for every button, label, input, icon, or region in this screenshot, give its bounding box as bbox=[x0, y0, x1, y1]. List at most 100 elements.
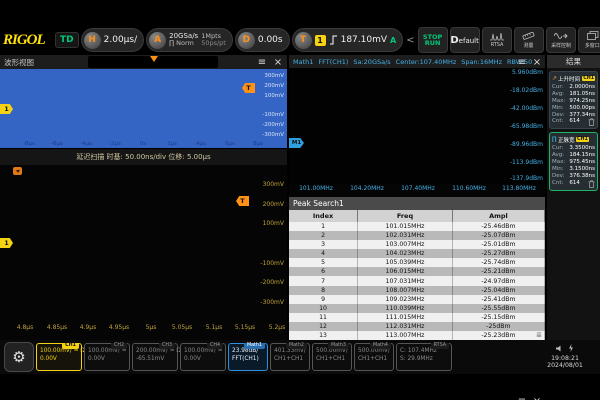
rigol-logo: RIGOL bbox=[3, 32, 53, 49]
date-display: 2024/08/01 bbox=[534, 362, 596, 370]
ch4-tab: CH4 bbox=[207, 343, 223, 349]
stat-label: Cnt: bbox=[552, 118, 563, 126]
wv-xtick: -6μs bbox=[45, 141, 69, 147]
wave-view-plot[interactable]: 300mV 200mV 100mV -100mV -200mV -300mV -… bbox=[0, 69, 287, 148]
math1-box[interactable]: Math1 23.98dB/ FFT(CH1) bbox=[228, 343, 268, 371]
wv-xtick: 0s bbox=[131, 141, 155, 147]
td-badge[interactable]: TD bbox=[55, 32, 79, 48]
rtsa-tab: RTSA bbox=[431, 343, 449, 349]
table-row[interactable]: 4104.023MHz-25.27dBm bbox=[289, 249, 545, 258]
fft-xtick: 107.40MHz bbox=[398, 185, 438, 192]
table-row[interactable]: 10110.039MHz-25.55dBm bbox=[289, 304, 545, 313]
table-row[interactable]: 1101.015MHz-25.46dBm bbox=[289, 222, 545, 231]
speaker-icon[interactable] bbox=[556, 345, 564, 352]
preview-position-marker[interactable] bbox=[150, 56, 158, 62]
collapse-left-icon[interactable]: < bbox=[405, 35, 415, 46]
table-row[interactable]: 12112.031MHz-25dBm bbox=[289, 322, 545, 331]
fft-xtick: 101.00MHz bbox=[296, 185, 336, 192]
table-row[interactable]: 7107.031MHz-24.97dBm bbox=[289, 276, 545, 285]
wv-xtick: 4μs bbox=[189, 141, 213, 147]
table-row[interactable]: 11111.015MHz-25.15dBm bbox=[289, 313, 545, 322]
d-knob[interactable]: D bbox=[238, 32, 255, 49]
fft-ytick: -65.98dBm bbox=[499, 123, 543, 130]
delay-value: 0.00s bbox=[258, 35, 283, 45]
settings-button[interactable]: ⚙ bbox=[4, 342, 34, 372]
math2-tab: Math2 bbox=[286, 343, 307, 349]
fft-plot[interactable]: 5.960dBm -18.02dBm -42.00dBm -65.98dBm -… bbox=[289, 68, 545, 184]
a-knob[interactable]: A bbox=[149, 32, 166, 49]
h-knob[interactable]: H bbox=[84, 32, 101, 49]
table-options-icon[interactable]: ≣ bbox=[536, 331, 542, 339]
delayed-sweep-info: 延迟扫描 时基: 50.00ns/div 位移: 5.00μs bbox=[76, 152, 210, 162]
table-row[interactable]: 5105.039MHz-25.74dBm bbox=[289, 258, 545, 267]
rtsa-button[interactable]: RTSA bbox=[482, 27, 512, 53]
zm-xtick: 5.2μs bbox=[262, 324, 287, 331]
math4-box[interactable]: Math4 500.00mV/ CH1+CH1 bbox=[354, 343, 394, 371]
wave-view-header[interactable]: 波形视图 ≡ × bbox=[0, 55, 287, 69]
table-row[interactable]: 3103.007MHz-25.01dBm bbox=[289, 240, 545, 249]
stat-label: Max: bbox=[552, 159, 565, 166]
multi-window-button[interactable]: 多窗口 bbox=[578, 27, 600, 53]
wv-xtick: 2μs bbox=[160, 141, 184, 147]
measurement-card-positive-width[interactable]: ∏ 正脉宽 CH1 Cur:3.3500ns Avg:184.15ns Max:… bbox=[549, 132, 598, 190]
ch2-box[interactable]: CH2 100.00mV/ = 0.00V bbox=[84, 343, 130, 371]
math2-box[interactable]: Math2 401.33mV/ CH1+CH1 bbox=[270, 343, 310, 371]
delete-measure-icon[interactable] bbox=[588, 180, 595, 188]
peak-search-title: Peak Search1 bbox=[293, 199, 344, 208]
delay-control[interactable]: D 0.00s bbox=[235, 28, 290, 52]
fft-header[interactable]: Math1 FFT(CH1) Sa:20GSa/s Center:107.40M… bbox=[289, 55, 545, 68]
top-toolbar: RIGOL TD H 2.00μs/ A 20GSa/s ∏ Norm 1Mpt… bbox=[0, 25, 600, 55]
wv-ytick: -100mV bbox=[254, 112, 284, 118]
trigger-source-chip: 1 bbox=[315, 35, 326, 46]
zm-xtick: 4.8μs bbox=[10, 324, 40, 331]
zoom-view-panel[interactable]: 300mV 200mV 100mV -100mV -200mV -300mV 4… bbox=[0, 165, 287, 340]
peak-search-close-icon[interactable]: × bbox=[530, 394, 544, 400]
power-icon bbox=[568, 344, 574, 352]
fft-ytick: 5.960dBm bbox=[499, 69, 543, 76]
run-stop-button[interactable]: STOP RUN bbox=[418, 27, 448, 53]
rtsa-box[interactable]: RTSA C: 107.4MHz S: 29.9MHz bbox=[396, 343, 452, 371]
zm-xtick: 5μs bbox=[136, 324, 166, 331]
wave-view-close-icon[interactable]: × bbox=[271, 55, 285, 69]
delete-measure-icon[interactable] bbox=[588, 118, 595, 126]
table-row[interactable]: 13113.007MHz-25.23dBm≣ bbox=[289, 331, 545, 340]
measure-source-chip: CH1 bbox=[576, 137, 589, 142]
table-row[interactable]: 9109.023MHz-25.41dBm bbox=[289, 295, 545, 304]
measure-button[interactable]: 测量 bbox=[514, 27, 544, 53]
ch4-box[interactable]: CH4 100.00mV/ = 0.00V bbox=[180, 343, 226, 371]
table-row[interactable]: 8108.007MHz-25.04dBm bbox=[289, 286, 545, 295]
stat-value: 376.38ns bbox=[569, 173, 595, 180]
fft-close-icon[interactable]: × bbox=[530, 55, 544, 69]
fft-menu-icon[interactable]: ≡ bbox=[515, 55, 529, 69]
sample-control-button[interactable]: 采样控制 bbox=[546, 27, 576, 53]
time-display: 19:08:21 bbox=[534, 355, 596, 363]
fft-center: Center:107.40MHz bbox=[396, 58, 457, 66]
wave-view-title: 波形视图 bbox=[4, 57, 34, 68]
wv-xtick: 6μs bbox=[218, 141, 242, 147]
ch1-box[interactable]: CH1 100.00mV/ = Ω 0.00V bbox=[36, 343, 82, 371]
wave-view-menu-icon[interactable]: ≡ bbox=[255, 55, 269, 69]
waveform-preview[interactable] bbox=[88, 56, 218, 68]
trigger-control[interactable]: T 1 187.10mV A bbox=[292, 28, 404, 52]
stat-value: 3.1500ns bbox=[569, 166, 595, 173]
table-row[interactable]: 2102.031MHz-25.07dBm bbox=[289, 231, 545, 240]
measurement-card-rise-time[interactable]: ↗ 上升时间 CH1 Cur:2.0000ns Avg:181.05ns Max… bbox=[549, 71, 598, 129]
acquire-control[interactable]: A 20GSa/s ∏ Norm 1Mpts 50ps/pt bbox=[146, 28, 233, 52]
peak-search-titlebar[interactable]: Peak Search1 ≡ × bbox=[289, 197, 545, 210]
ruler-icon bbox=[522, 31, 535, 40]
measure-name: 正脉宽 bbox=[558, 136, 575, 145]
zoom-window-marker[interactable] bbox=[13, 167, 22, 175]
ch3-box[interactable]: CH3 200.00mV/ = Ω -65.51mV bbox=[132, 343, 178, 371]
stat-label: Dev: bbox=[552, 112, 564, 119]
zm-ytick: -200mV bbox=[250, 279, 284, 286]
stat-label: Cur: bbox=[552, 145, 563, 152]
default-button[interactable]: Default bbox=[450, 27, 480, 53]
t-knob[interactable]: T bbox=[295, 32, 312, 49]
table-row[interactable]: 6106.015MHz-25.21dBm bbox=[289, 267, 545, 276]
math3-box[interactable]: Math3 500.00mV/ CH1+CH1 bbox=[312, 343, 352, 371]
zm-xtick: 5.15μs bbox=[230, 324, 260, 331]
stat-value: 181.05ns bbox=[569, 91, 595, 98]
horizontal-timebase-control[interactable]: H 2.00μs/ bbox=[81, 28, 145, 52]
peak-search-menu-icon[interactable]: ≡ bbox=[515, 394, 529, 400]
wv-ytick: -300mV bbox=[254, 132, 284, 138]
